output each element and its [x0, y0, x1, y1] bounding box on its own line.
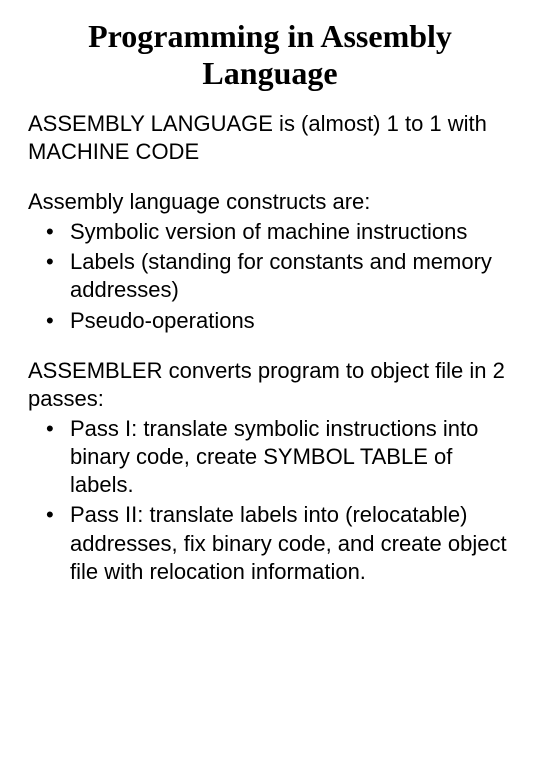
passes-lead: ASSEMBLER converts program to object fil… [28, 357, 512, 413]
list-item: Pseudo-operations [28, 307, 512, 335]
page-title: Programming in Assembly Language [28, 18, 512, 92]
list-item: Pass I: translate symbolic instructions … [28, 415, 512, 499]
passes-list: Pass I: translate symbolic instructions … [28, 415, 512, 586]
constructs-lead: Assembly language constructs are: [28, 188, 512, 216]
body-content: ASSEMBLY LANGUAGE is (almost) 1 to 1 wit… [28, 110, 512, 586]
list-item: Pass II: translate labels into (relocata… [28, 501, 512, 585]
list-item: Symbolic version of machine instructions [28, 218, 512, 246]
intro-paragraph: ASSEMBLY LANGUAGE is (almost) 1 to 1 wit… [28, 110, 512, 166]
list-item: Labels (standing for constants and memor… [28, 248, 512, 304]
constructs-list: Symbolic version of machine instructions… [28, 218, 512, 335]
